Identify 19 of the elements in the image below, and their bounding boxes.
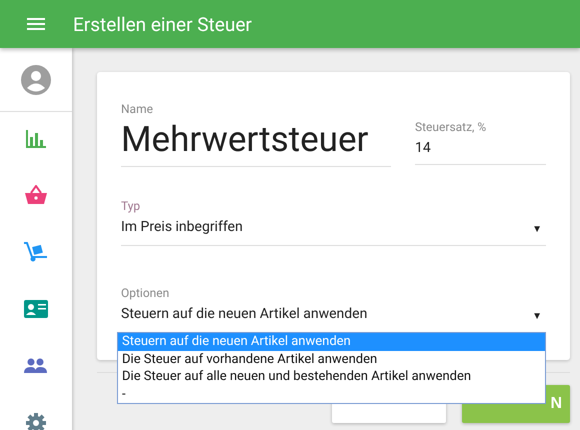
avatar-icon[interactable] xyxy=(21,64,51,94)
basket-icon[interactable] xyxy=(25,185,47,204)
menu-icon[interactable] xyxy=(27,18,45,30)
dropdown-option[interactable]: Die Steuer auf vorhandene Artikel anwenden xyxy=(118,350,545,368)
settings-icon[interactable] xyxy=(26,412,46,430)
options-select[interactable]: Steuern auf die neuen Artikel anwenden ▼ xyxy=(121,300,546,333)
field-label: Name xyxy=(121,102,154,116)
page-title: Erstellen einer Steuer xyxy=(73,12,252,36)
people-icon[interactable] xyxy=(24,358,48,373)
type-select[interactable]: Im Preis inbegriffen ▼ xyxy=(121,213,546,246)
dropdown-option[interactable]: Die Steuer auf alle neuen und bestehenden Artikel anwenden xyxy=(118,368,545,386)
field-label: Typ xyxy=(121,199,142,213)
field-label: Optionen xyxy=(121,286,170,300)
hand-truck-icon[interactable] xyxy=(24,242,48,262)
bar-chart-icon[interactable] xyxy=(26,130,46,148)
rate-field[interactable]: 14 xyxy=(415,134,546,165)
field-label: Steuersatz, % xyxy=(415,120,488,134)
name-field[interactable]: Mehrwertsteuer xyxy=(121,116,391,167)
contact-card-icon[interactable] xyxy=(24,300,48,318)
